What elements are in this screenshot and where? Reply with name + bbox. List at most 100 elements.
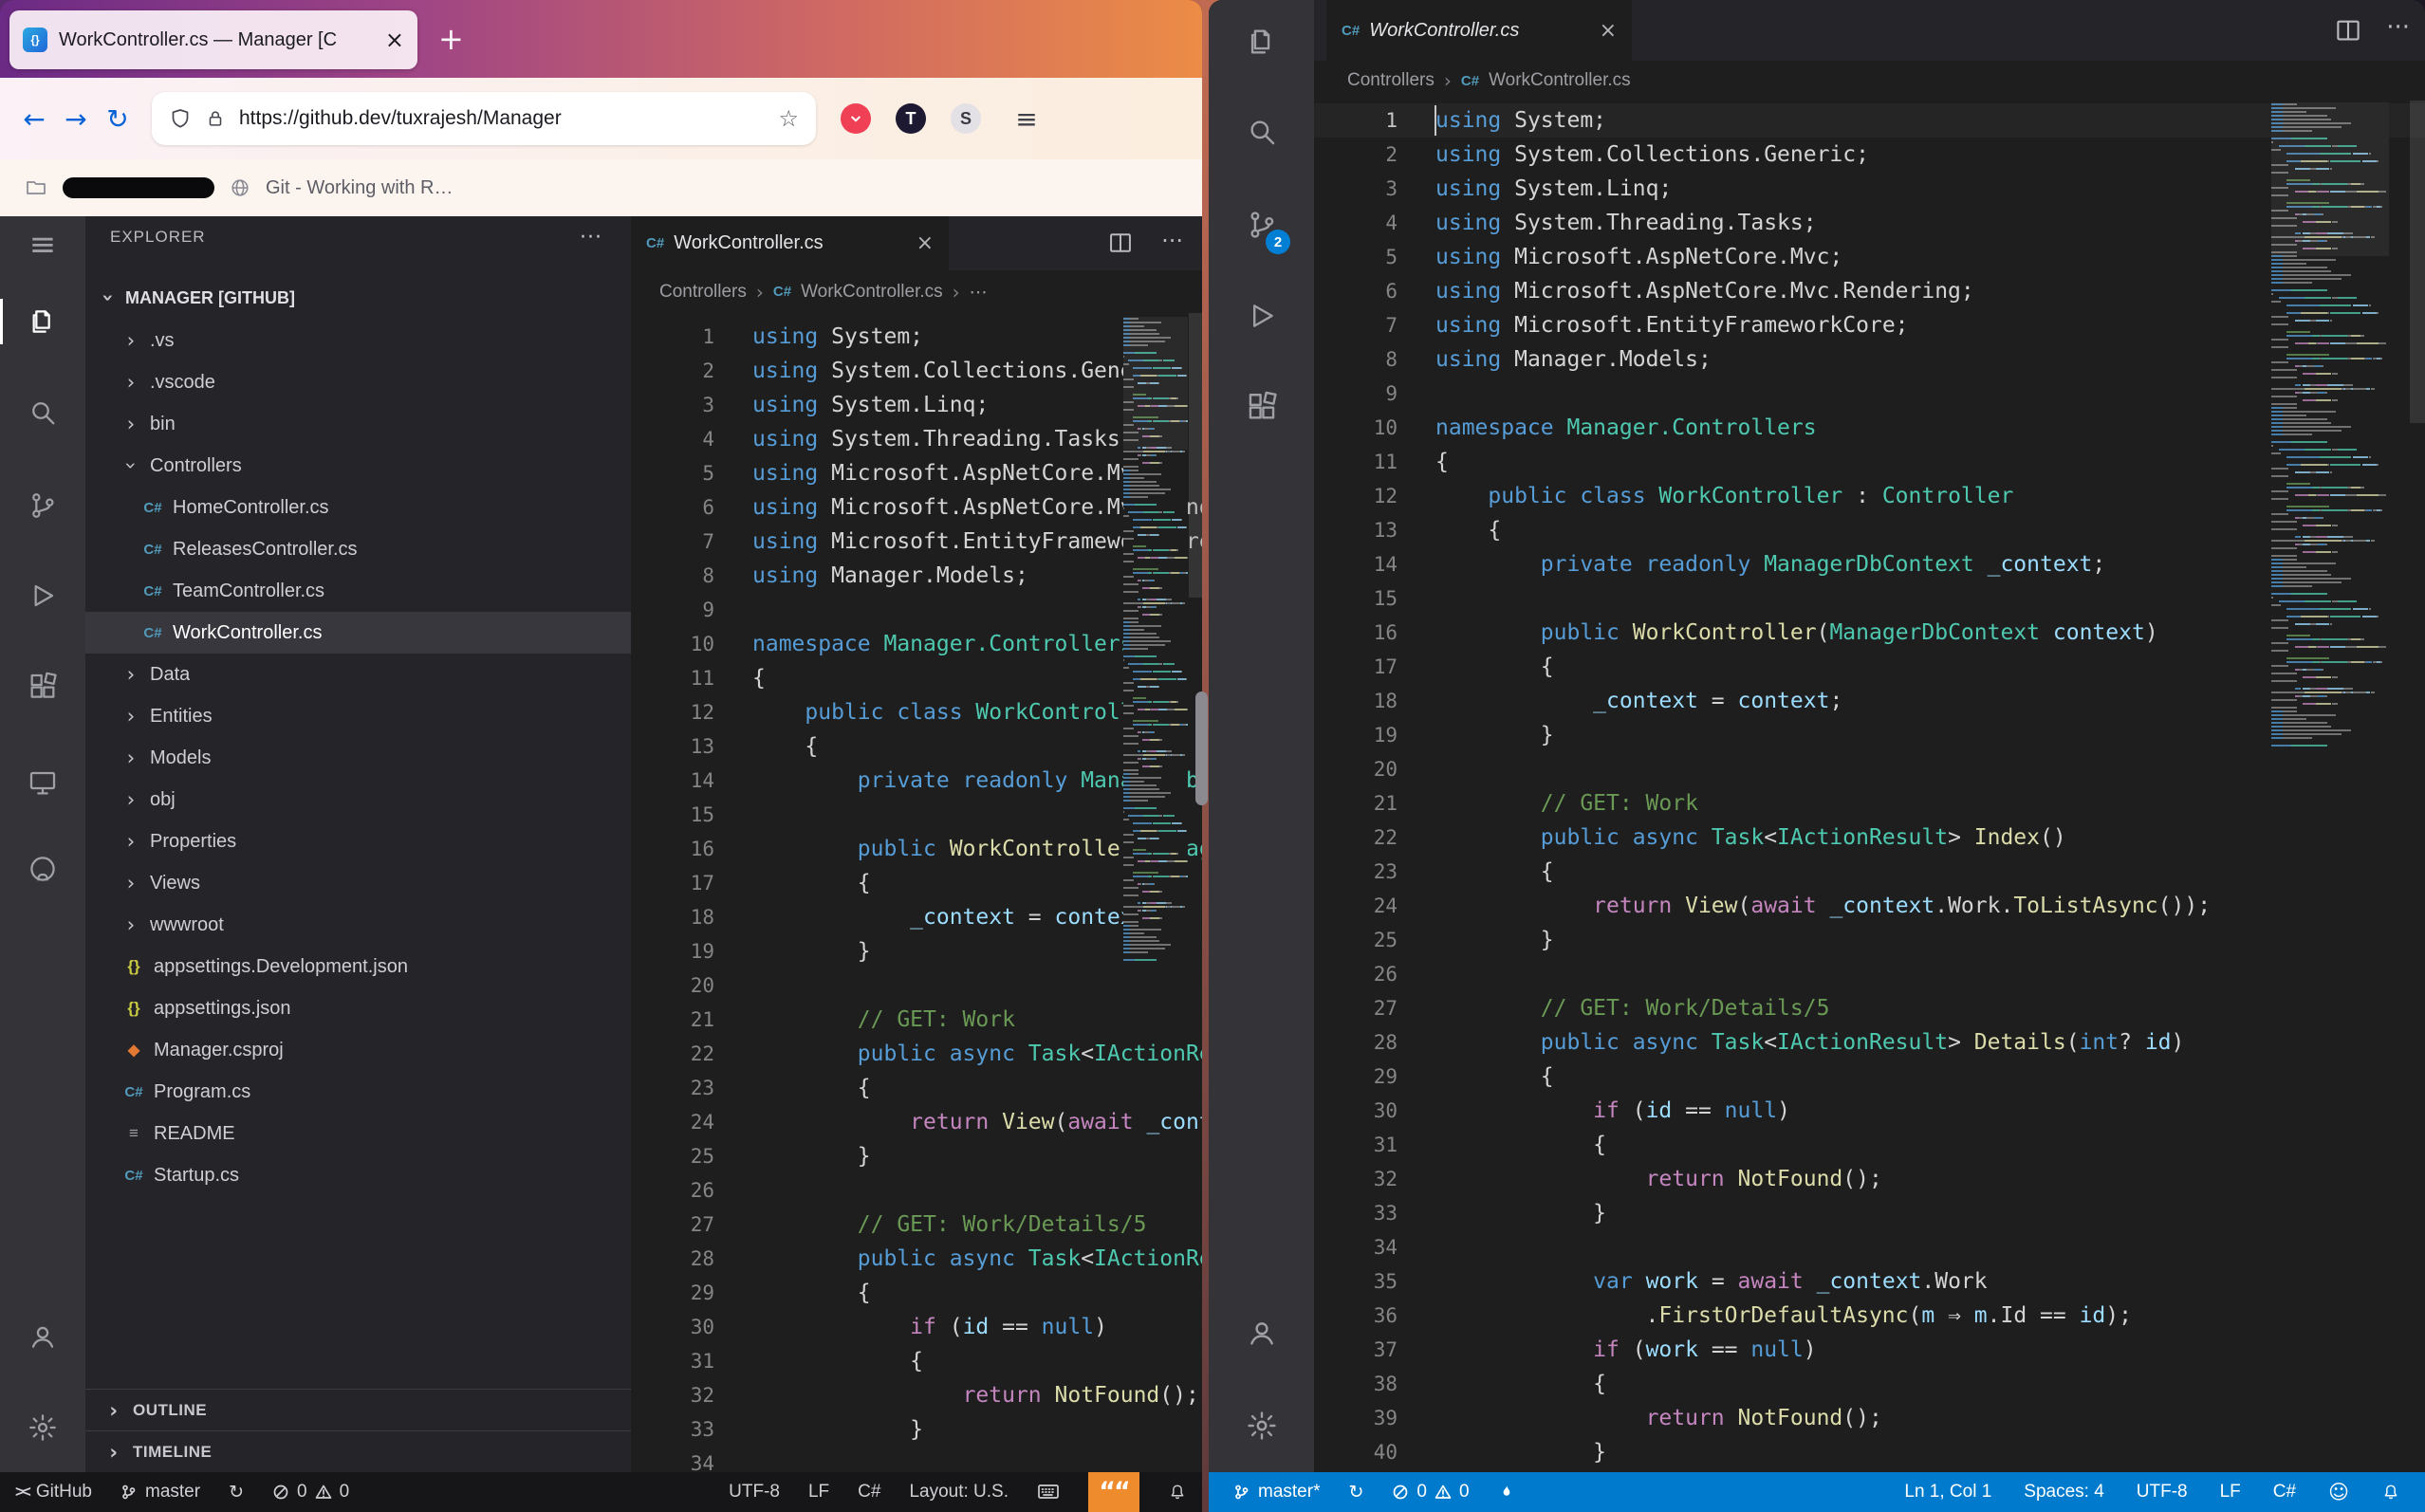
code-line[interactable]: 4using System.Threading.Tasks; xyxy=(1314,206,2425,240)
code-line[interactable]: 32 return NotFound(); xyxy=(631,1378,1202,1412)
code-line[interactable]: 24 return View(await _context.Work.ToLis… xyxy=(1314,889,2425,923)
extensions-icon[interactable] xyxy=(0,664,85,710)
code-line[interactable]: 29 { xyxy=(1314,1060,2425,1094)
more-actions-icon[interactable]: ··· xyxy=(2386,13,2410,42)
code-line[interactable]: 30 if (id == null) xyxy=(1314,1094,2425,1128)
code-line[interactable]: 22 public async Task<IActionResult> Inde… xyxy=(1314,821,2425,855)
code-line[interactable]: 39 return NotFound(); xyxy=(1314,1401,2425,1435)
tree-item-data[interactable]: ›Data xyxy=(85,654,631,695)
layout-indicator[interactable]: Layout: U.S. xyxy=(909,1482,1009,1503)
code-line[interactable]: 27 // GET: Work/Details/5 xyxy=(1314,991,2425,1025)
code-line[interactable]: 35 var work = await _context.Work xyxy=(1314,1264,2425,1299)
scrollbar[interactable] xyxy=(1189,313,1202,1472)
breadcrumb-more[interactable]: ⋯ xyxy=(970,282,988,303)
more-actions-icon[interactable]: ··· xyxy=(1161,228,1183,254)
close-icon[interactable]: × xyxy=(916,231,934,255)
scrollbar[interactable] xyxy=(2410,101,2425,1472)
editor-tab[interactable]: C# WorkController.cs × xyxy=(631,216,949,270)
code-line[interactable]: 24 return View(await _context.Work.ToLis… xyxy=(631,1105,1202,1139)
outline-section[interactable]: › OUTLINE xyxy=(85,1389,631,1430)
code-line[interactable]: 10namespace Manager.Controllers xyxy=(1314,411,2425,445)
sync-icon[interactable]: ↻ xyxy=(229,1482,244,1503)
flame-icon[interactable] xyxy=(1498,1482,1515,1503)
code-line[interactable]: 18 _context = context; xyxy=(1314,684,2425,718)
tree-item-views[interactable]: ›Views xyxy=(85,862,631,904)
source-control-icon[interactable] xyxy=(1209,202,1314,248)
forward-button[interactable]: → xyxy=(55,103,97,135)
code-line[interactable]: 2using System.Collections.Generic; xyxy=(631,354,1202,388)
code-editor[interactable]: 1using System;2using System.Collections.… xyxy=(631,313,1202,1472)
editor-tab[interactable]: C# WorkController.cs × xyxy=(1326,0,1632,61)
timeline-section[interactable]: › TIMELINE xyxy=(85,1430,631,1472)
pocket-icon[interactable] xyxy=(841,103,871,134)
tree-item-program-cs[interactable]: C#Program.cs xyxy=(85,1071,631,1113)
feedback-quotes-button[interactable]: ““ xyxy=(1088,1472,1139,1512)
tree-item-wwwroot[interactable]: ›wwwroot xyxy=(85,904,631,946)
tree-item-entities[interactable]: ›Entities xyxy=(85,695,631,737)
split-editor-icon[interactable] xyxy=(2334,16,2362,45)
code-line[interactable]: 19 } xyxy=(631,934,1202,968)
sync-icon[interactable]: ↻ xyxy=(1348,1482,1363,1503)
eol-indicator[interactable]: LF xyxy=(2220,1482,2241,1503)
code-line[interactable]: 17 { xyxy=(1314,650,2425,684)
notifications-bell-icon[interactable] xyxy=(2381,1483,2400,1502)
code-line[interactable]: 14 private readonly ManagerDbContext _co… xyxy=(631,764,1202,798)
feedback-smiley-icon[interactable]: ☺ xyxy=(2328,1481,2349,1503)
tree-item-controllers[interactable]: ›Controllers xyxy=(85,445,631,487)
tree-item-obj[interactable]: ›obj xyxy=(85,779,631,821)
folder-icon[interactable] xyxy=(25,176,47,199)
code-line[interactable]: 29 { xyxy=(631,1276,1202,1310)
scrollbar-thumb[interactable] xyxy=(2410,101,2425,423)
code-line[interactable]: 16 public WorkController(ManagerDbContex… xyxy=(1314,616,2425,650)
code-line[interactable]: 25 } xyxy=(1314,923,2425,957)
tree-item-properties[interactable]: ›Properties xyxy=(85,821,631,862)
problems-indicator[interactable]: 0 0 xyxy=(1392,1482,1469,1503)
language-indicator[interactable]: C# xyxy=(858,1482,880,1503)
code-line[interactable]: 21 // GET: Work xyxy=(631,1003,1202,1037)
code-line[interactable]: 27 // GET: Work/Details/5 xyxy=(631,1208,1202,1242)
code-line[interactable]: 6using Microsoft.AspNetCore.Mvc.Renderin… xyxy=(631,490,1202,525)
breadcrumb-item[interactable]: WorkController.cs xyxy=(1489,70,1631,91)
run-debug-icon[interactable] xyxy=(0,573,85,618)
code-line[interactable]: 32 return NotFound(); xyxy=(1314,1162,2425,1196)
encoding-indicator[interactable]: UTF-8 xyxy=(2137,1482,2188,1503)
indentation-indicator[interactable]: Spaces: 4 xyxy=(2024,1482,2104,1503)
code-line[interactable]: 23 { xyxy=(631,1071,1202,1105)
code-line[interactable]: 15 xyxy=(1314,581,2425,616)
scrollbar-thumb[interactable] xyxy=(1189,313,1202,598)
keyboard-icon[interactable] xyxy=(1037,1481,1060,1503)
code-line[interactable]: 7using Microsoft.EntityFrameworkCore; xyxy=(631,525,1202,559)
tree-item-releasescontroller-cs[interactable]: C#ReleasesController.cs xyxy=(85,528,631,570)
code-line[interactable]: 28 public async Task<IActionResult> Deta… xyxy=(1314,1025,2425,1060)
extensions-icon[interactable] xyxy=(1209,384,1314,430)
code-line[interactable]: 8using Manager.Models; xyxy=(1314,342,2425,377)
code-line[interactable]: 8using Manager.Models; xyxy=(631,559,1202,593)
search-icon[interactable] xyxy=(0,390,85,435)
tree-item--vscode[interactable]: ›.vscode xyxy=(85,361,631,403)
settings-gear-icon[interactable] xyxy=(1209,1403,1314,1448)
window-divider-handle[interactable] xyxy=(1195,691,1208,805)
code-line[interactable]: 26 xyxy=(1314,957,2425,991)
minimap[interactable] xyxy=(2271,102,2389,757)
code-line[interactable]: 9 xyxy=(631,593,1202,627)
code-line[interactable]: 4using System.Threading.Tasks; xyxy=(631,422,1202,456)
new-tab-button[interactable]: + xyxy=(438,21,464,57)
reload-button[interactable]: ↻ xyxy=(97,103,139,135)
close-icon[interactable]: × xyxy=(1600,19,1617,43)
code-line[interactable]: 23 { xyxy=(1314,855,2425,889)
code-line[interactable]: 9 xyxy=(1314,377,2425,411)
breadcrumb-item[interactable]: WorkController.cs xyxy=(801,282,943,303)
code-line[interactable]: 33 } xyxy=(1314,1196,2425,1230)
split-editor-icon[interactable] xyxy=(1107,230,1134,256)
github-icon[interactable] xyxy=(0,846,85,892)
code-line[interactable]: 21 // GET: Work xyxy=(1314,786,2425,821)
tree-item-homecontroller-cs[interactable]: C#HomeController.cs xyxy=(85,487,631,528)
shield-icon[interactable] xyxy=(169,107,192,130)
eol-indicator[interactable]: LF xyxy=(808,1482,829,1503)
branch-indicator[interactable]: master xyxy=(120,1482,200,1503)
code-line[interactable]: 18 _context = context; xyxy=(631,900,1202,934)
extension-t-icon[interactable]: T xyxy=(896,103,926,134)
explorer-icon[interactable] xyxy=(0,299,85,344)
code-line[interactable]: 38 { xyxy=(1314,1367,2425,1401)
code-line[interactable]: 11{ xyxy=(631,661,1202,695)
